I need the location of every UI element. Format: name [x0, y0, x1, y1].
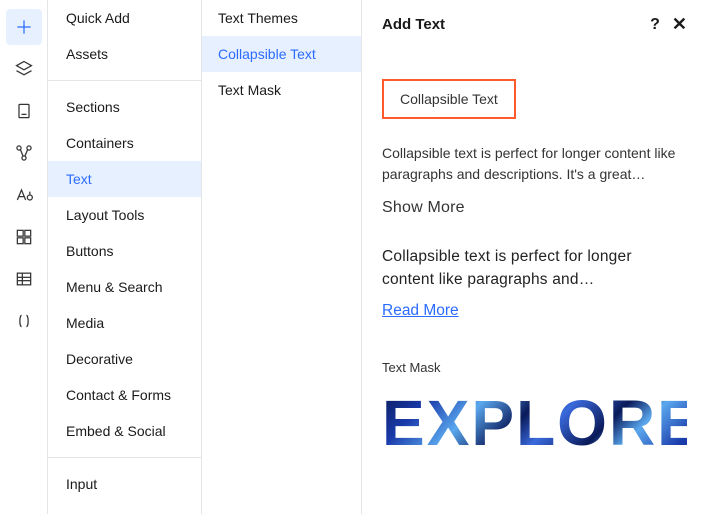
typography-icon[interactable]	[6, 177, 42, 213]
detail-panel: Add Text ? ✕ Collapsible Text Collapsibl…	[362, 0, 707, 514]
detail-header: Add Text ? ✕	[362, 0, 707, 49]
highlight-collapsible-text: Collapsible Text	[382, 79, 516, 119]
collapsible-desc-2: Collapsible text is perfect for longer c…	[382, 245, 687, 292]
cat-decorative[interactable]: Decorative	[48, 341, 201, 377]
cat-quick-add[interactable]: Quick Add	[48, 0, 201, 36]
cat-input[interactable]: Input	[48, 466, 201, 502]
panel-title: Add Text	[382, 16, 650, 33]
cat-contact-forms[interactable]: Contact & Forms	[48, 377, 201, 413]
divider	[48, 80, 201, 81]
text-mask-label: Text Mask	[382, 360, 687, 375]
grid-icon[interactable]	[6, 219, 42, 255]
add-icon[interactable]	[6, 9, 42, 45]
help-icon[interactable]: ?	[650, 16, 660, 34]
categories-panel: Quick Add Assets Sections Containers Tex…	[48, 0, 202, 514]
cat-buttons[interactable]: Buttons	[48, 233, 201, 269]
iconbar	[0, 0, 48, 514]
table-icon[interactable]	[6, 261, 42, 297]
connections-icon[interactable]	[6, 135, 42, 171]
cat-menu-search[interactable]: Menu & Search	[48, 269, 201, 305]
divider	[48, 457, 201, 458]
subitems-panel: Text Themes Collapsible Text Text Mask	[202, 0, 362, 514]
sub-collapsible-text[interactable]: Collapsible Text	[202, 36, 361, 72]
cat-layout-tools[interactable]: Layout Tools	[48, 197, 201, 233]
show-more-button[interactable]: Show More	[382, 199, 687, 217]
code-icon[interactable]	[6, 303, 42, 339]
cat-media[interactable]: Media	[48, 305, 201, 341]
cat-sections[interactable]: Sections	[48, 89, 201, 125]
layers-icon[interactable]	[6, 51, 42, 87]
cat-assets[interactable]: Assets	[48, 36, 201, 72]
text-mask-preview[interactable]: EXPLORE	[382, 391, 687, 455]
cat-text[interactable]: Text	[48, 161, 201, 197]
close-icon[interactable]: ✕	[672, 14, 687, 35]
cat-containers[interactable]: Containers	[48, 125, 201, 161]
collapsible-desc-1: Collapsible text is perfect for longer c…	[382, 143, 687, 185]
cat-embed-social[interactable]: Embed & Social	[48, 413, 201, 449]
read-more-link[interactable]: Read More	[382, 302, 459, 320]
page-icon[interactable]	[6, 93, 42, 129]
sub-text-mask[interactable]: Text Mask	[202, 72, 361, 108]
sub-text-themes[interactable]: Text Themes	[202, 0, 361, 36]
